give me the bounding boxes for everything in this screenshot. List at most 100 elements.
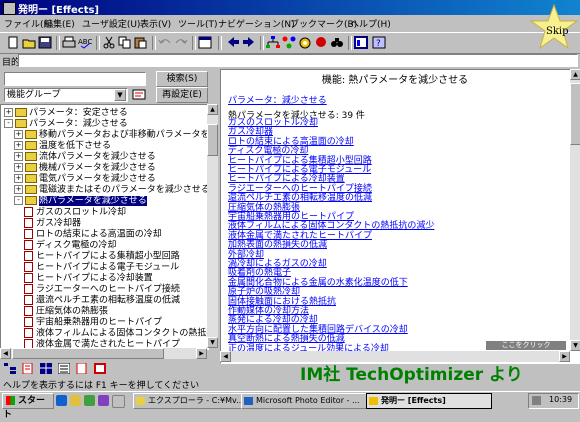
expand-icon[interactable]: + [14, 141, 23, 150]
tree-leaf-item[interactable]: 宇宙船乗熱器用のヒートパイプ [24, 317, 162, 328]
folder-icon [15, 108, 27, 117]
spell-check-icon[interactable]: ABC [78, 36, 92, 49]
tree-leaf-item[interactable]: ガス冷却器 [24, 218, 81, 229]
breadcrumb-link[interactable]: パラメータ：減少させる [228, 93, 327, 106]
document-icon [24, 328, 33, 338]
menu-tools[interactable]: ツール(T) [178, 17, 218, 30]
task-explorer[interactable]: エクスプローラ - C:¥Mv... [133, 393, 254, 409]
redisplay-button[interactable]: 再設定(E) [156, 87, 208, 103]
photo-editor-icon [244, 397, 253, 405]
tree-folder-item[interactable]: + 機械パラメータを減少させる [14, 163, 156, 174]
volume-icon[interactable] [532, 396, 541, 405]
menu-edit[interactable]: 編集(E) [44, 17, 75, 30]
desktop-icon[interactable] [84, 395, 95, 406]
expand-icon[interactable]: + [14, 185, 23, 194]
window-icon[interactable] [198, 36, 212, 49]
document-icon [24, 207, 33, 217]
menu-user-settings[interactable]: ユーザ設定(U) [82, 17, 140, 30]
tree-vertical-scrollbar[interactable]: ▲ ▼ [207, 104, 218, 348]
expand-icon[interactable]: + [14, 163, 23, 172]
quick-launch-icon[interactable] [112, 395, 125, 408]
print-icon[interactable] [62, 36, 76, 49]
paste-icon[interactable] [134, 36, 148, 49]
panel-icon[interactable] [354, 36, 368, 49]
outlook-icon[interactable] [70, 395, 81, 406]
search-input[interactable] [4, 72, 146, 86]
tree-leaf-item[interactable]: ラジエーターへのヒートパイプ接続 [24, 284, 180, 295]
menu-help[interactable]: ヘルプ(H) [350, 17, 391, 30]
expand-icon[interactable]: + [14, 130, 23, 139]
tree-item-label: ガスのスロットル冷却 [36, 207, 127, 218]
cut-icon[interactable] [102, 36, 116, 49]
open-icon[interactable] [22, 36, 36, 49]
tree-leaf-item[interactable]: ヒートパイプによる冷却装置 [24, 273, 153, 284]
ie-icon[interactable] [56, 395, 67, 406]
skip-label[interactable]: Skip [546, 26, 569, 37]
document-list-icon[interactable] [22, 362, 34, 375]
hierarchy-icon[interactable] [266, 36, 280, 49]
expand-icon[interactable]: + [14, 174, 23, 183]
tree-folder-item[interactable]: + パラメータ：安定させる [4, 108, 128, 119]
menu-bookmark[interactable]: ブックマーク(B) [290, 17, 357, 30]
app-task-icon [369, 397, 378, 405]
search-button[interactable]: 検索(S) [156, 71, 208, 87]
tree-folder-item[interactable]: + 電磁波またはそのパラメータを減少させる [14, 185, 208, 196]
tree-folder-item[interactable]: + 温度を低下させる [14, 141, 111, 152]
grid-view-icon[interactable] [40, 363, 52, 374]
chevron-down-icon[interactable]: ▼ [114, 89, 126, 101]
image-icon[interactable] [94, 363, 106, 374]
document-icon[interactable] [76, 362, 88, 375]
tree-folder-item[interactable]: + 移動パラメータおよび非移動パラメータを減少させ [14, 130, 208, 141]
details-view-icon[interactable] [57, 362, 71, 375]
collapse-icon[interactable]: - [14, 196, 23, 205]
tree-horizontal-scrollbar[interactable]: ◀ ▶ [0, 348, 207, 359]
tree-leaf-item[interactable]: 液体フィルムによる固体コンタクトの熱抵抗の減 [24, 328, 208, 339]
content-status-label[interactable]: ここをクリック [486, 341, 566, 350]
network-icon[interactable] [282, 36, 296, 49]
tree-item-label: 圧縮気体の熱膨張 [36, 306, 109, 317]
menu-view[interactable]: 表示(V) [140, 17, 171, 30]
document-icon [24, 251, 33, 261]
channels-icon[interactable] [98, 395, 109, 406]
group-select[interactable]: 機能グループ [4, 88, 128, 102]
tree-leaf-item[interactable]: ガスのスロットル冷却 [24, 207, 126, 218]
folder-icon [25, 163, 37, 172]
tree-leaf-item[interactable]: ヒートパイプによる電子モジュール [24, 262, 179, 273]
marker-icon[interactable] [314, 36, 328, 49]
tree-folder-item[interactable]: + 流体パラメータを減少させる [14, 152, 156, 163]
address-input[interactable] [18, 54, 578, 67]
help-icon[interactable]: ? [372, 36, 386, 49]
binoculars-icon[interactable] [330, 36, 344, 49]
tools-icon[interactable] [298, 36, 312, 49]
redo-icon[interactable] [174, 36, 188, 49]
save-icon[interactable] [38, 36, 52, 49]
expand-icon[interactable]: + [14, 152, 23, 161]
tree-view-icon[interactable] [4, 363, 16, 374]
task-active-app[interactable]: 発明ー [Effects] [366, 393, 492, 409]
collapse-icon[interactable]: - [4, 119, 13, 128]
filter-icon[interactable] [132, 88, 146, 101]
tree-folder-item[interactable]: - 熱パラメータを減少させる [14, 196, 147, 207]
forward-arrow-icon[interactable] [242, 36, 256, 49]
tree-leaf-item[interactable]: 還流ペルチエ素の相転移温度の低減 [24, 295, 180, 306]
back-arrow-icon[interactable] [226, 36, 240, 49]
start-button[interactable]: スタート [2, 393, 54, 420]
tree-leaf-item[interactable]: ヒートパイプによる集積超小型回路 [24, 251, 180, 262]
tree-item-label: ディスク電極の冷却 [36, 240, 117, 251]
tree-folder-item[interactable]: + 電気パラメータを減少させる [14, 174, 156, 185]
document-icon [24, 295, 33, 305]
tree-leaf-item[interactable]: ディスク電極の冷却 [24, 240, 116, 251]
tree-item-label: 宇宙船乗熱器用のヒートパイプ [36, 317, 163, 328]
folder-icon [25, 130, 37, 139]
tree-folder-item[interactable]: - パラメータ：減少させる [4, 119, 128, 130]
undo-icon[interactable] [158, 36, 172, 49]
tree-leaf-item[interactable]: 圧縮気体の熱膨張 [24, 306, 108, 317]
new-icon[interactable] [6, 36, 20, 49]
content-vertical-scrollbar[interactable]: ▲ ▼ [570, 69, 580, 351]
folder-icon [25, 152, 37, 161]
menu-navigation[interactable]: ナビゲーション(N) [218, 17, 295, 30]
task-photo-editor[interactable]: Microsoft Photo Editor - ... [241, 393, 379, 409]
expand-icon[interactable]: + [4, 108, 13, 117]
copy-icon[interactable] [118, 36, 132, 49]
tree-leaf-item[interactable]: ロトの結束による高温面の冷却 [24, 229, 162, 240]
